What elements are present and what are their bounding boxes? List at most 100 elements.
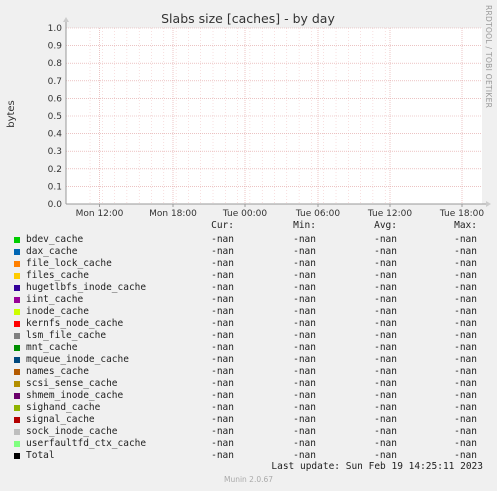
legend-min: -nan [293,426,316,437]
legend-max: -nan [454,234,477,245]
x-tick-label: Tue 00:00 [222,209,267,219]
legend-max: -nan [454,342,477,353]
legend-cur: -nan [211,366,234,377]
header-cur: Cur: [211,220,234,231]
footer-version: Munin 2.0.67 [223,475,274,484]
legend-avg: -nan [374,414,397,425]
legend-swatch [14,261,20,267]
legend-cur: -nan [211,402,234,413]
legend-row: names_cache -nan -nan -nan -nan [0,366,497,378]
legend-series-name: sighand_cache [26,402,101,413]
x-tick-label: Mon 18:00 [149,209,197,219]
legend-max: -nan [454,378,477,389]
legend-swatch [14,273,20,279]
legend-cur: -nan [211,354,234,365]
legend-row: kernfs_node_cache -nan -nan -nan -nan [0,318,497,330]
legend-swatch [14,441,20,447]
legend-swatch [14,309,20,315]
legend-cur: -nan [211,318,234,329]
legend-series-name: lsm_file_cache [26,330,107,341]
legend-min: -nan [293,306,316,317]
legend-series-name: kernfs_node_cache [26,318,124,329]
legend-swatch [14,333,20,339]
y-tick-label: 0.5 [48,112,62,122]
legend-avg: -nan [374,426,397,437]
legend-row: scsi_sense_cache -nan -nan -nan -nan [0,378,497,390]
x-axis: Mon 12:00 Mon 18:00 Tue 00:00 Tue 06:00 Tue … [76,204,484,219]
legend-swatch [14,429,20,435]
legend-avg: -nan [374,330,397,341]
legend-swatch [14,249,20,255]
y-tick-label: 0.6 [48,94,63,104]
legend-cur: -nan [211,426,234,437]
legend-avg: -nan [374,342,397,353]
x-tick-label: Tue 18:00 [439,209,484,219]
legend-series-name: signal_cache [26,414,95,425]
legend-row: mqueue_inode_cache -nan -nan -nan -nan [0,354,497,366]
legend-max: -nan [454,402,477,413]
legend-series-name: mqueue_inode_cache [26,354,129,365]
legend-swatch [14,321,20,327]
legend-swatch [14,285,20,291]
y-axis-arrow [63,17,69,22]
legend-max: -nan [454,366,477,377]
legend-min: -nan [293,294,316,305]
legend-max: -nan [454,270,477,281]
legend-max: -nan [454,354,477,365]
legend-min: -nan [293,282,316,293]
legend-max: -nan [454,414,477,425]
y-tick-label: 0.4 [48,130,63,140]
legend-avg: -nan [374,306,397,317]
legend-series-name: Total [26,450,55,461]
y-tick-label: 0.3 [48,147,62,157]
x-tick-label: Tue 12:00 [367,209,412,219]
y-tick-label: 1.0 [48,24,63,34]
legend-series-name: sock_inode_cache [26,426,118,437]
legend-row: dax_cache -nan -nan -nan -nan [0,246,497,258]
legend-swatch [14,369,20,375]
legend-cur: -nan [211,414,234,425]
legend-cur: -nan [211,234,234,245]
legend-min: -nan [293,246,316,257]
legend-header: Cur: Min: Avg: Max: [0,220,497,232]
legend-series-name: scsi_sense_cache [26,378,118,389]
legend-avg: -nan [374,294,397,305]
legend-min: -nan [293,342,316,353]
legend-max: -nan [454,438,477,449]
header-min: Min: [293,220,316,231]
legend-row: shmem_inode_cache -nan -nan -nan -nan [0,390,497,402]
header-avg: Avg: [374,220,397,231]
legend-min: -nan [293,438,316,449]
legend-row: lsm_file_cache -nan -nan -nan -nan [0,330,497,342]
legend-max: -nan [454,306,477,317]
y-tick-label: 0.0 [48,200,63,210]
legend-swatch [14,381,20,387]
legend-swatch [14,345,20,351]
legend-series-name: iint_cache [26,294,84,305]
legend-swatch [14,237,20,243]
legend-series-name: inode_cache [26,306,89,317]
y-tick-label: 0.2 [48,165,62,175]
legend-min: -nan [293,270,316,281]
legend-row: bdev_cache -nan -nan -nan -nan [0,234,497,246]
legend-avg: -nan [374,258,397,269]
legend-avg: -nan [374,246,397,257]
legend-cur: -nan [211,270,234,281]
legend-max: -nan [454,426,477,437]
legend-avg: -nan [374,438,397,449]
legend-cur: -nan [211,282,234,293]
legend-row: sock_inode_cache -nan -nan -nan -nan [0,426,497,438]
legend-max: -nan [454,246,477,257]
legend-max: -nan [454,294,477,305]
legend-cur: -nan [211,342,234,353]
legend-cur: -nan [211,378,234,389]
legend-series-name: mnt_cache [26,342,78,353]
legend-avg: -nan [374,270,397,281]
legend-cur: -nan [211,390,234,401]
legend-series-name: dax_cache [26,246,78,257]
y-axis: 0.0 0.1 0.2 0.3 0.4 0.5 0.6 0.7 0.8 0.9 1.0 [48,24,63,210]
y-axis-label: bytes [6,100,17,128]
legend-series-name: hugetlbfs_inode_cache [26,282,147,293]
legend-min: -nan [293,318,316,329]
legend-min: -nan [293,354,316,365]
